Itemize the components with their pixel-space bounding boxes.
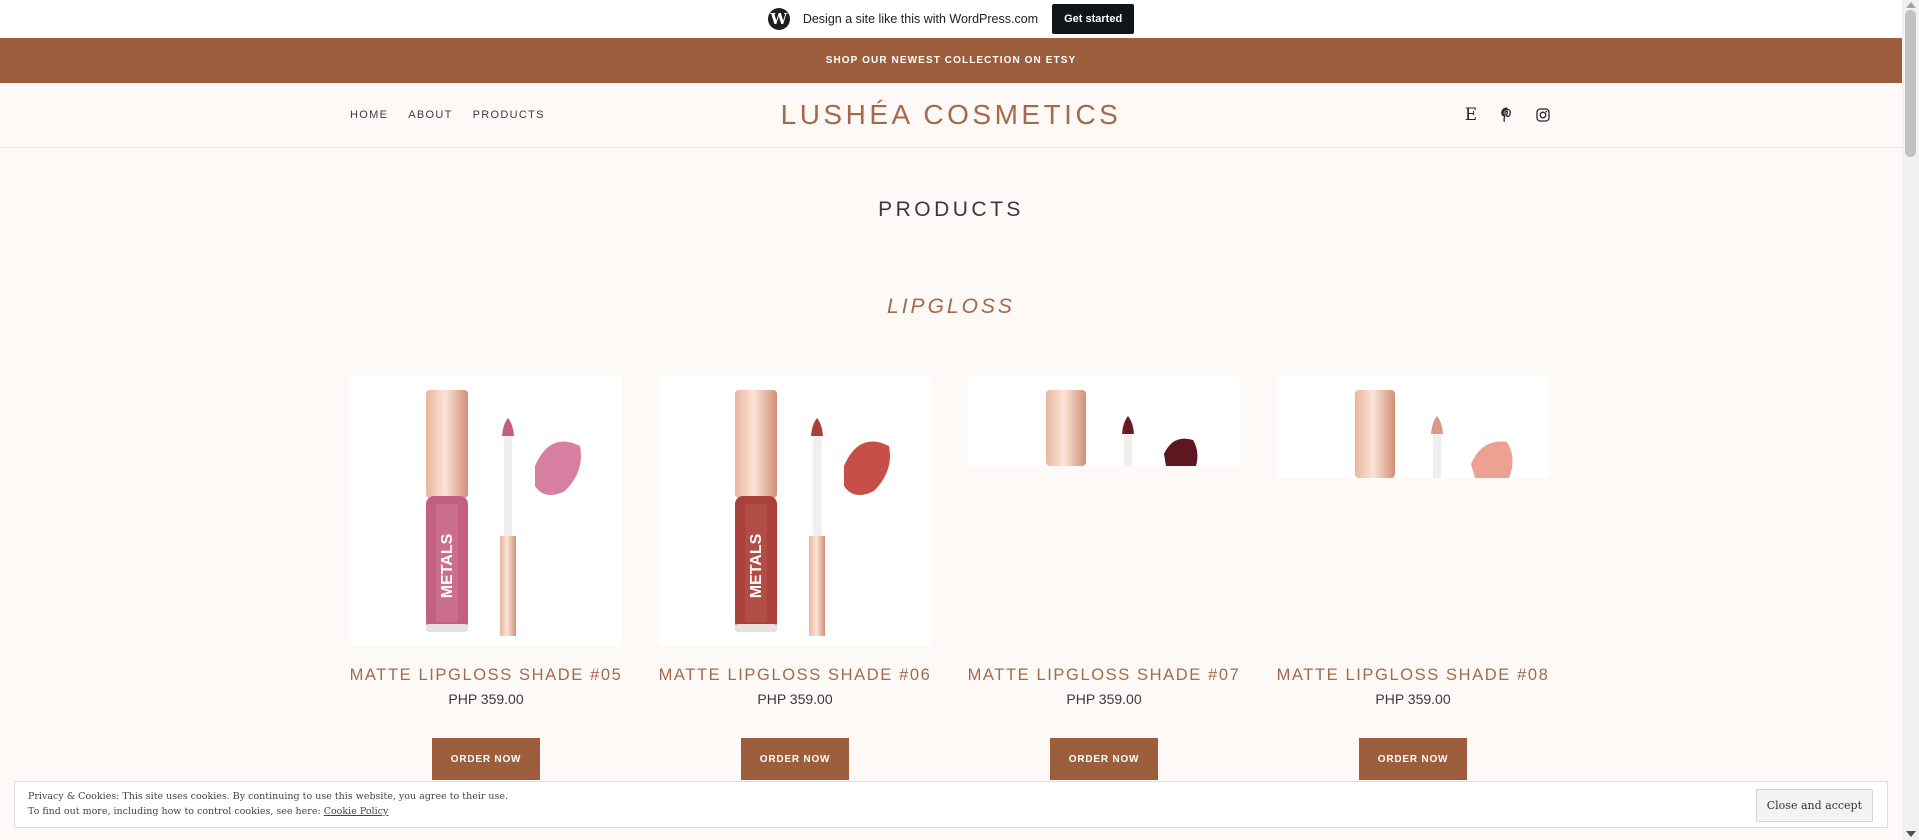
scrollbar[interactable] xyxy=(1902,0,1919,840)
wordpress-promo-text[interactable]: Design a site like this with WordPress.c… xyxy=(803,12,1038,26)
page-title: PRODUCTS xyxy=(878,198,1024,221)
product-price: PHP 359.00 xyxy=(757,691,833,707)
site-header: LUSHÉA COSMETICS HOME ABOUT PRODUCTS E xyxy=(0,83,1902,148)
scroll-down-arrow-icon[interactable] xyxy=(1906,831,1916,837)
order-now-button[interactable]: ORDER NOW xyxy=(432,738,540,780)
product-card: MATTE LIPGLOSS SHADE #08 PHP 359.00 ORDE… xyxy=(1277,376,1549,780)
wordpress-bar: W Design a site like this with WordPress… xyxy=(0,0,1902,39)
product-card: METALS MATTE LIPGLOSS SHADE #06 PHP 359.… xyxy=(659,376,931,780)
product-image[interactable]: METALS xyxy=(350,376,622,646)
svg-text:METALS: METALS xyxy=(439,533,456,598)
order-now-button[interactable]: ORDER NOW xyxy=(741,738,849,780)
social-links: E xyxy=(1462,83,1552,147)
cookie-line-2: To find out more, including how to contr… xyxy=(28,804,508,819)
get-started-button[interactable]: Get started xyxy=(1052,4,1135,34)
order-now-button[interactable]: ORDER NOW xyxy=(1050,738,1158,780)
product-image[interactable] xyxy=(1277,376,1549,478)
nav-item-home[interactable]: HOME xyxy=(350,109,388,121)
instagram-icon[interactable] xyxy=(1534,106,1552,124)
cookie-line-2-text: To find out more, including how to contr… xyxy=(28,806,321,817)
product-name[interactable]: MATTE LIPGLOSS SHADE #05 xyxy=(330,666,642,685)
product-price: PHP 359.00 xyxy=(448,691,524,707)
product-image[interactable] xyxy=(968,376,1240,466)
promo-link[interactable]: SHOP OUR NEWEST COLLECTION ON ETSY xyxy=(826,55,1077,66)
product-card: MATTE LIPGLOSS SHADE #07 PHP 359.00 ORDE… xyxy=(968,376,1240,780)
order-now-button[interactable]: ORDER NOW xyxy=(1359,738,1467,780)
product-name[interactable]: MATTE LIPGLOSS SHADE #06 xyxy=(639,666,951,685)
cookie-policy-link[interactable]: Cookie Policy xyxy=(324,806,389,817)
svg-text:METALS: METALS xyxy=(748,533,765,598)
nav-item-products[interactable]: PRODUCTS xyxy=(473,109,545,121)
product-name[interactable]: MATTE LIPGLOSS SHADE #08 xyxy=(1257,666,1569,685)
site-title: LUSHÉA COSMETICS xyxy=(0,83,1902,147)
scrollbar-thumb[interactable] xyxy=(1905,10,1916,157)
close-and-accept-button[interactable]: Close and accept xyxy=(1755,789,1873,822)
promo-banner: SHOP OUR NEWEST COLLECTION ON ETSY xyxy=(0,38,1902,83)
product-card: METALS MATTE LIPGLOSS SHADE #05 PHP 359.… xyxy=(350,376,622,780)
product-price: PHP 359.00 xyxy=(1375,691,1451,707)
site-title-link[interactable]: LUSHÉA COSMETICS xyxy=(781,99,1122,130)
product-image[interactable]: METALS xyxy=(659,376,931,646)
section-title: LIPGLOSS xyxy=(887,295,1015,318)
main-nav: HOME ABOUT PRODUCTS xyxy=(350,83,545,147)
scroll-up-arrow-icon[interactable] xyxy=(1906,2,1916,8)
product-name[interactable]: MATTE LIPGLOSS SHADE #07 xyxy=(948,666,1260,685)
cookie-banner: Privacy & Cookies: This site uses cookie… xyxy=(14,781,1888,828)
cookie-line-1: Privacy & Cookies: This site uses cookie… xyxy=(28,791,509,802)
cookie-text: Privacy & Cookies: This site uses cookie… xyxy=(28,789,508,819)
wordpress-logo-icon[interactable]: W xyxy=(767,8,790,30)
pinterest-icon[interactable] xyxy=(1498,106,1516,124)
etsy-icon[interactable]: E xyxy=(1462,105,1480,125)
product-price: PHP 359.00 xyxy=(1066,691,1142,707)
nav-item-about[interactable]: ABOUT xyxy=(408,109,452,121)
